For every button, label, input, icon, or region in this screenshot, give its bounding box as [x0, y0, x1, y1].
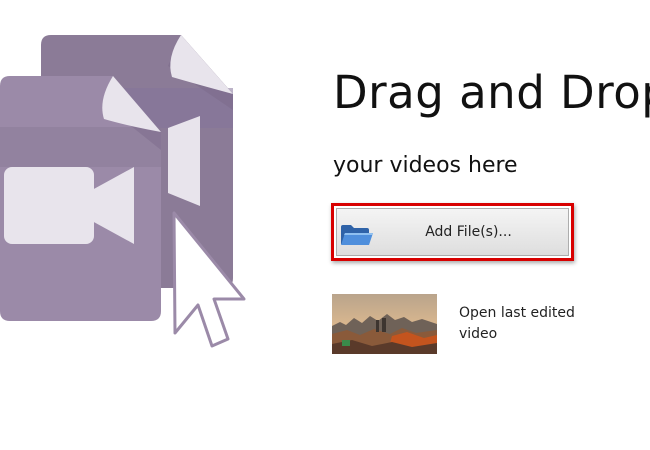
video-files-illustration [0, 35, 246, 348]
camera-icon [4, 167, 94, 244]
video-file-front-icon [0, 76, 161, 321]
open-last-edited-label: Open last edited video [459, 305, 575, 342]
drag-and-drop-title: Drag and Drop [333, 66, 650, 119]
add-files-label: Add File(s)... [425, 224, 512, 240]
drop-area[interactable]: Drag and Drop your videos here Add File(… [0, 0, 650, 450]
open-last-edited-video[interactable]: Open last edited video [332, 294, 602, 354]
drop-hint-subtitle: your videos here [333, 153, 518, 178]
add-files-button[interactable]: Add File(s)... [336, 208, 569, 256]
video-thumbnail [332, 294, 437, 354]
